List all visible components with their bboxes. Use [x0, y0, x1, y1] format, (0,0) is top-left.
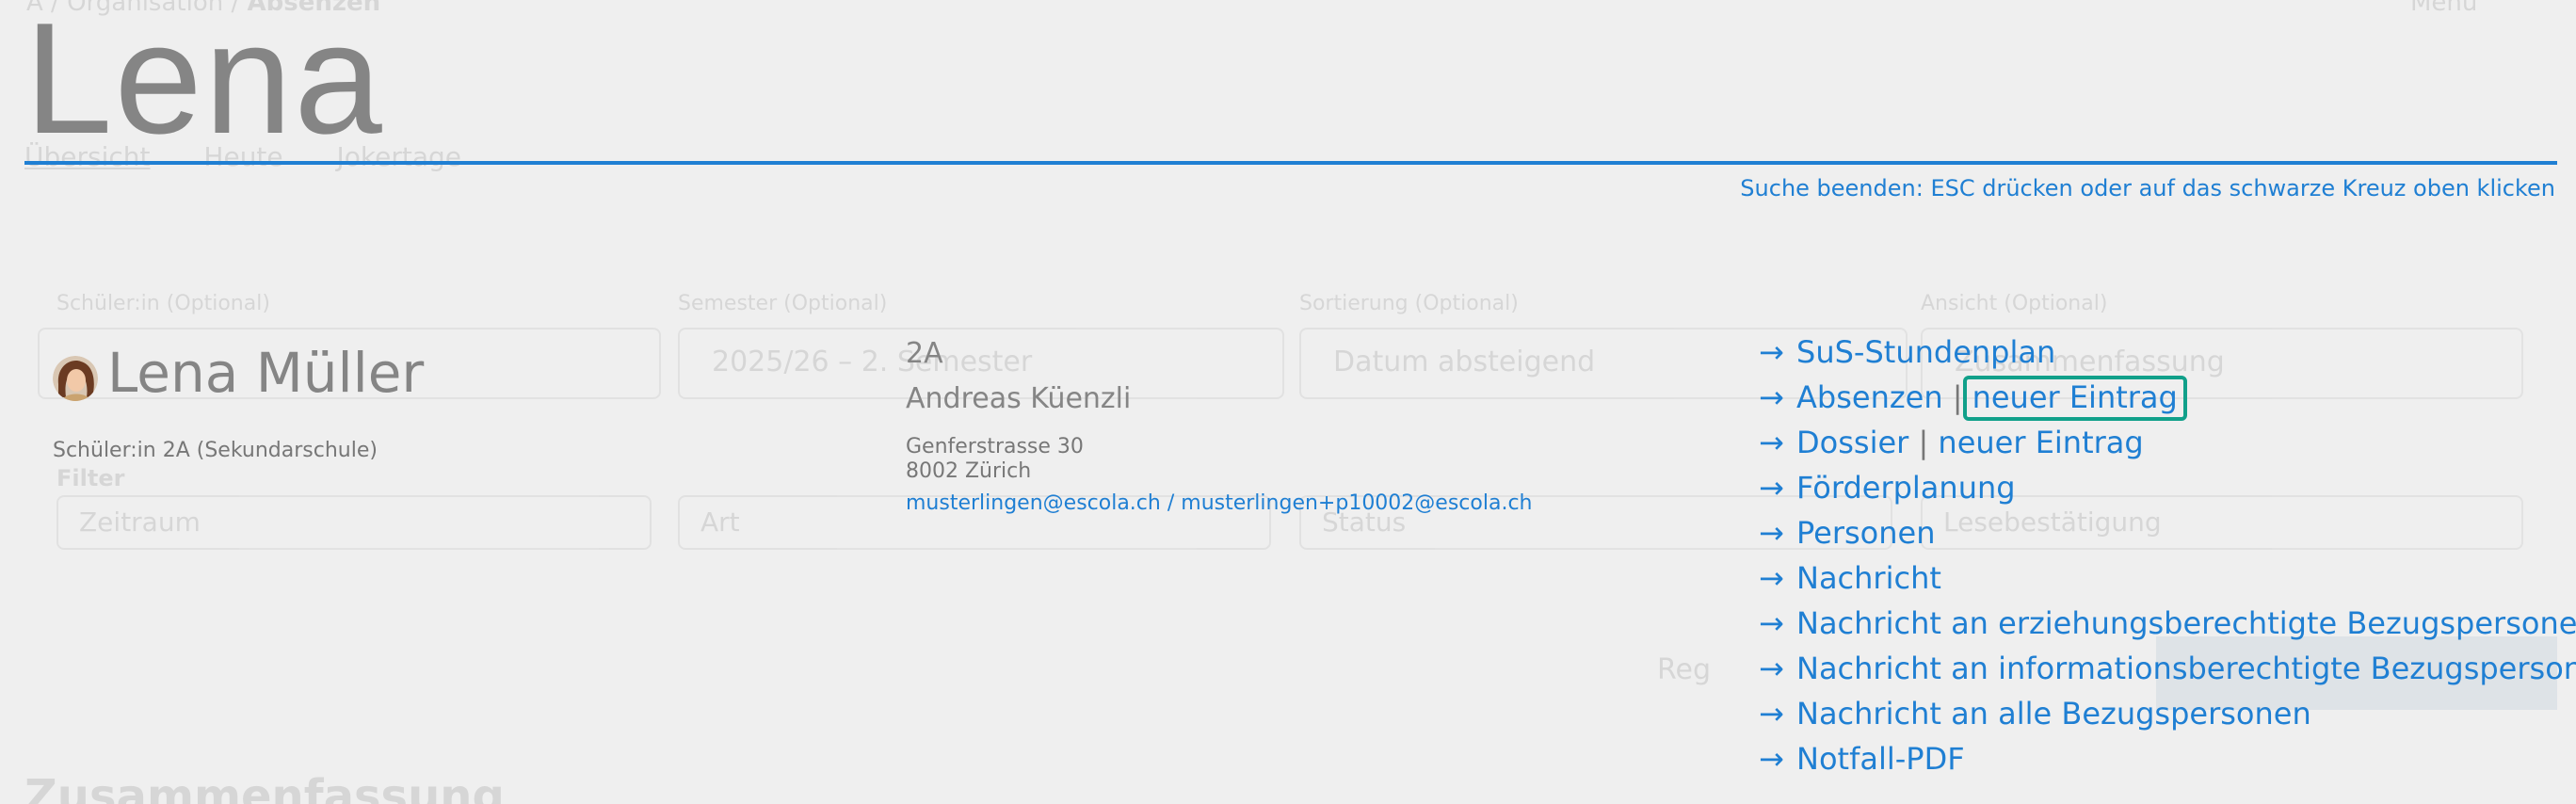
arrow-right-icon: → [1759, 470, 1784, 506]
filter-zeitraum[interactable]: Zeitraum [56, 495, 652, 550]
link-notfall-pdf[interactable]: → Notfall-PDF [1759, 741, 1965, 777]
menu-button[interactable]: Menu [2410, 0, 2477, 17]
arrow-right-icon: → [1759, 741, 1784, 777]
link-nachricht-erziehungsberechtigte[interactable]: → Nachricht an erziehungsberechtigte Bezu… [1759, 605, 2576, 641]
avatar [53, 356, 98, 401]
teacher-name: Andreas Küenzli [906, 382, 1132, 415]
address-street: Genferstrasse 30 [906, 435, 1084, 458]
link-personen[interactable]: → Personen [1759, 515, 1936, 551]
search-exit-hint: Suche beenden: ESC drücken oder auf das … [1740, 175, 2555, 201]
link-foerderplanung[interactable]: → Förderplanung [1759, 470, 2016, 506]
arrow-right-icon: → [1759, 379, 1784, 415]
arrow-right-icon: → [1759, 334, 1784, 370]
link-absenzen[interactable]: Absenzen [1796, 379, 1943, 415]
link-dossier[interactable]: Dossier [1796, 425, 1908, 460]
link-nachricht[interactable]: → Nachricht [1759, 560, 1941, 596]
address-city: 8002 Zürich [906, 459, 1032, 483]
field-label-sortierung: Sortierung (Optional) [1299, 292, 1519, 315]
email-links: musterlingen@escola.ch / musterlingen+p1… [906, 491, 1532, 515]
link-nachricht-alle[interactable]: → Nachricht an alle Bezugspersonen [1759, 696, 2311, 732]
link-nachricht-informationsberechtigte[interactable]: → Nachricht an informationsberechtigte Be… [1759, 651, 2576, 686]
register-link[interactable]: Reg [1657, 653, 1711, 686]
arrow-right-icon: → [1759, 425, 1784, 460]
student-name[interactable]: Lena Müller [107, 341, 424, 405]
search-overlay: A / Organisation / Absenzen Menu Übersic… [0, 0, 2576, 804]
field-label-semester: Semester (Optional) [678, 292, 888, 315]
link-separator: | [1918, 425, 1929, 460]
link-stundenplan[interactable]: → SuS-Stundenplan [1759, 334, 2055, 370]
link-dossier-row: → Dossier | neuer Eintrag [1759, 425, 2144, 460]
section-title: Zusammenfassung [24, 770, 505, 804]
field-label-schueler: Schüler:in (Optional) [56, 292, 270, 315]
link-absenzen-neuer-eintrag[interactable]: neuer Eintrag [1962, 376, 2187, 421]
email-link[interactable]: musterlingen+p10002@escola.ch [1181, 491, 1532, 515]
arrow-right-icon: → [1759, 696, 1784, 732]
search-underline [24, 161, 2557, 165]
link-separator: | [1952, 379, 1963, 415]
field-label-ansicht: Ansicht (Optional) [1921, 292, 2108, 315]
email-separator: / [1167, 491, 1175, 515]
link-dossier-neuer-eintrag[interactable]: neuer Eintrag [1938, 425, 2143, 460]
arrow-right-icon: → [1759, 651, 1784, 686]
email-link[interactable]: musterlingen@escola.ch [906, 491, 1161, 515]
search-query[interactable]: Lena [24, 0, 384, 157]
class-label: 2A [906, 337, 943, 370]
filter-label: Filter [56, 465, 125, 491]
link-absenzen-row: → Absenzen | neuer Eintrag [1759, 376, 2187, 421]
arrow-right-icon: → [1759, 560, 1784, 596]
student-role: Schüler:in 2A (Sekundarschule) [53, 439, 378, 462]
arrow-right-icon: → [1759, 605, 1784, 641]
arrow-right-icon: → [1759, 515, 1784, 551]
